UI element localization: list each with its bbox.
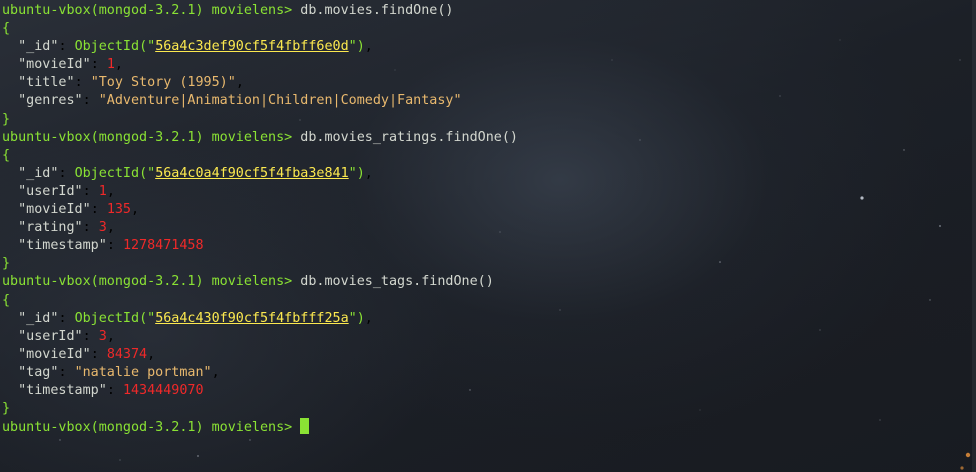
prompt-line: ubuntu-vbox(mongod-3.2.1) movielens> db.… xyxy=(2,129,962,147)
command-text: db.movies.findOne() xyxy=(300,3,454,18)
terminal-output[interactable]: ubuntu-vbox(mongod-3.2.1) movielens> db.… xyxy=(2,2,962,436)
field-key: "movieId" xyxy=(18,57,91,73)
field-key: "movieId" xyxy=(18,202,91,218)
field-value: 1434449070 xyxy=(122,382,204,398)
active-prompt-line: ubuntu-vbox(mongod-3.2.1) movielens> xyxy=(2,418,962,436)
document-field-row: "movieId": 1, xyxy=(18,57,123,73)
field-key: "timestamp" xyxy=(18,238,107,254)
field-value: 1 xyxy=(106,57,115,73)
objectid-paren: ") xyxy=(348,165,365,181)
document-field-row: "userId": 3, xyxy=(18,328,115,344)
field-key: "userId" xyxy=(18,183,83,199)
prompt-line: ubuntu-vbox(mongod-3.2.1) movielens> db.… xyxy=(2,2,962,20)
terminal-scrollbar[interactable] xyxy=(972,0,976,472)
open-brace: { xyxy=(2,147,11,163)
objectid-function: ObjectId xyxy=(74,165,140,181)
command-text: db.movies_tags.findOne() xyxy=(300,274,494,290)
objectid-paren: (" xyxy=(139,165,156,181)
document-field-row: "movieId": 135, xyxy=(18,202,140,218)
objectid-value[interactable]: 56a4c3def90cf5f4fbff6e0d xyxy=(155,39,348,54)
field-key: "title" xyxy=(18,75,75,91)
field-value: 1278471458 xyxy=(122,238,204,254)
document-field-row: "_id": ObjectId("56a4c430f90cf5f4fbfff25… xyxy=(18,310,373,326)
open-brace: { xyxy=(2,21,11,37)
document-field-row: "movieId": 84374, xyxy=(18,346,156,362)
document-close-brace: } xyxy=(2,400,962,418)
shell-prompt: ubuntu-vbox(mongod-3.2.1) movielens> xyxy=(2,274,293,290)
document-field-row: "timestamp": 1278471458 xyxy=(18,238,204,254)
field-value: 135 xyxy=(106,202,131,218)
field-key: "_id" xyxy=(18,165,59,181)
document-field-row: "timestamp": 1434449070 xyxy=(18,382,204,398)
field-key: "_id" xyxy=(18,39,59,55)
shell-prompt: ubuntu-vbox(mongod-3.2.1) movielens> xyxy=(2,420,293,436)
document-field-row: "tag": "natalie portman", xyxy=(18,364,220,380)
prompt-line: ubuntu-vbox(mongod-3.2.1) movielens> db.… xyxy=(2,273,962,291)
objectid-paren: ") xyxy=(348,39,365,55)
close-brace: } xyxy=(2,256,11,272)
close-brace: } xyxy=(2,111,11,127)
document-close-brace: } xyxy=(2,111,962,129)
document-field-row: "_id": ObjectId("56a4c0a4f90cf5f4fba3e84… xyxy=(18,165,373,181)
document-field-row: "_id": ObjectId("56a4c3def90cf5f4fbff6e0… xyxy=(18,39,373,55)
document-field-row: "genres": "Adventure|Animation|Children|… xyxy=(18,93,462,109)
command-text: db.movies_ratings.findOne() xyxy=(300,129,518,145)
shell-prompt: ubuntu-vbox(mongod-3.2.1) movielens> xyxy=(2,3,293,18)
field-key: "tag" xyxy=(18,364,59,380)
block-cursor-icon[interactable] xyxy=(300,418,310,435)
field-value: 84374 xyxy=(106,346,148,362)
shell-prompt: ubuntu-vbox(mongod-3.2.1) movielens> xyxy=(2,129,293,145)
field-value: 3 xyxy=(98,220,107,236)
objectid-value[interactable]: 56a4c0a4f90cf5f4fba3e841 xyxy=(155,166,348,181)
field-value: "natalie portman" xyxy=(74,364,212,380)
document-field-row: "title": "Toy Story (1995)", xyxy=(18,75,244,91)
objectid-paren: ") xyxy=(348,310,365,326)
field-key: "movieId" xyxy=(18,346,91,362)
document-open-brace: { xyxy=(2,292,962,310)
field-key: "_id" xyxy=(18,310,59,326)
open-brace: { xyxy=(2,292,11,308)
document-close-brace: } xyxy=(2,255,962,273)
objectid-value[interactable]: 56a4c430f90cf5f4fbfff25a xyxy=(155,311,348,326)
objectid-paren: (" xyxy=(139,39,156,55)
objectid-function: ObjectId xyxy=(74,39,140,55)
document-field-row: "userId": 1, xyxy=(18,183,115,199)
document-open-brace: { xyxy=(2,147,962,165)
close-brace: } xyxy=(2,401,11,417)
field-value: 1 xyxy=(98,183,107,199)
field-key: "genres" xyxy=(18,93,83,109)
field-value: 3 xyxy=(98,328,107,344)
objectid-paren: (" xyxy=(139,310,156,326)
field-key: "timestamp" xyxy=(18,382,107,398)
field-value: "Adventure|Animation|Children|Comedy|Fan… xyxy=(98,93,462,109)
field-value: "Toy Story (1995)" xyxy=(90,75,236,91)
document-open-brace: { xyxy=(2,20,962,38)
field-key: "userId" xyxy=(18,328,83,344)
objectid-function: ObjectId xyxy=(74,310,140,326)
field-key: "rating" xyxy=(18,220,83,236)
document-field-row: "rating": 3, xyxy=(18,220,115,236)
